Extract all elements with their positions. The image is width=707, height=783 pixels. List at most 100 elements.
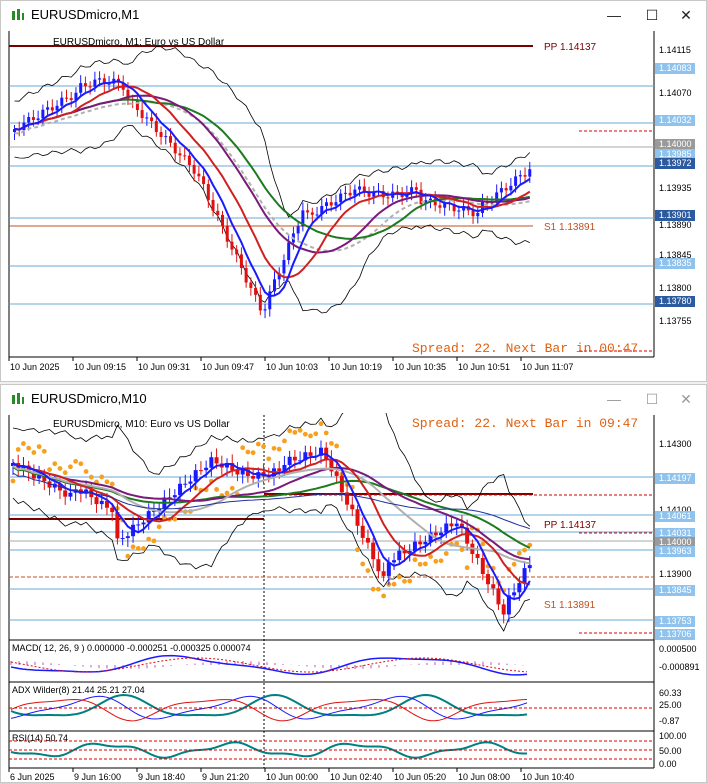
psar-dot [329,440,334,446]
candle-body [358,186,362,190]
psar-dot [282,438,287,444]
indicator-scale-label: 100.00 [659,731,687,741]
candle-body [308,452,313,456]
candle-body [256,472,261,479]
candle-body [198,470,203,472]
candle-body [254,287,258,295]
maximize-button[interactable]: ☐ [637,388,667,410]
psar-dot [376,586,381,592]
candle-body [287,242,291,261]
time-axis-label: 10 Jun 10:19 [330,362,382,372]
time-axis-label: 9 Jun 16:00 [74,772,121,782]
psar-dot [78,461,84,467]
psar-dot [146,536,152,542]
candle-body [343,192,347,194]
psar-dot [125,553,131,559]
time-axis-label: 10 Jun 2025 [10,362,60,372]
minimize-button[interactable]: — [599,388,629,410]
price-axis-label: 1.13753 [659,616,692,626]
candle-body [504,188,508,191]
adx-label: ADX Wilder(8) 21.44 25.21 27.04 [12,685,145,695]
close-button[interactable]: ✕ [671,4,701,26]
candle-body [69,98,73,100]
window-titlebar[interactable]: EURUSDmicro,M1 — ☐ ✕ [1,1,706,29]
minimize-button[interactable]: — [599,4,629,26]
time-axis-label: 10 Jun 05:20 [394,772,446,782]
psar-dot [41,448,47,454]
psar-dot [365,568,371,573]
psar-dot [15,447,21,452]
candle-body [173,142,177,154]
candle-body [325,202,328,207]
psar-dot [355,547,360,553]
chart-window-m10[interactable]: EURUSDmicro,M10 — ☐ ✕ 1.14300 1.14197 1.14… [0,384,707,783]
candle-body [292,456,297,461]
candle-body [55,105,59,111]
candle-body [36,118,40,120]
price-axis-label: 1.13900 [659,569,692,579]
price-chart-m1[interactable]: 1.14115 1.14083 1.14070 1.14032 1.14000 1.139… [1,29,706,381]
indicator-scale-label: 0.000500 [659,644,697,654]
candle-body [449,523,454,527]
candle-body [306,210,310,213]
candle-body [178,483,183,496]
candle-body [46,107,50,110]
candle-body [476,212,480,217]
candle-body [98,78,102,80]
psar-dot [391,581,397,587]
psar-dot [68,464,73,470]
pivot-pp-label: PP 1.14137 [544,520,597,531]
candle-body [353,189,357,196]
candle-body [239,254,243,269]
candle-body [79,83,83,93]
candle-body [169,136,172,143]
candle-body [339,193,343,203]
maximize-button[interactable]: ☐ [637,4,667,26]
psar-dot [214,487,219,492]
psar-dot [276,446,282,452]
candle-body [125,536,130,539]
candle-body [454,523,459,527]
price-chart-m10[interactable]: 1.143001.141971.141001.140611.140311.140… [1,413,706,782]
candle-body [334,471,339,476]
candle-body [277,468,282,472]
psar-dot [57,466,63,471]
chart-window-m1[interactable]: EURUSDmicro,M1 — ☐ ✕ 1.14115 1.14083 1.140… [0,0,707,382]
price-axis-label: 1.14000 [659,139,692,149]
indicator-scale-label: 25.00 [659,700,682,710]
price-axis-label: 1.13835 [659,258,692,268]
psar-dot [511,561,517,567]
candle-body [386,197,390,199]
candle-body [475,553,480,558]
candle-body [414,187,418,190]
candle-body [50,107,54,111]
candle-body [355,509,360,526]
psar-dot [151,538,157,544]
candle-body [164,136,168,138]
psar-dot [250,450,256,456]
psar-dot [287,428,293,434]
price-axis-label: 1.13755 [659,316,692,326]
price-axis-label: 1.13901 [659,210,692,220]
candle-body [496,588,501,605]
candle-body [135,100,139,111]
candle-body [206,184,210,200]
candle-body [216,210,220,215]
price-axis-label: 1.14070 [659,88,692,98]
candle-body [501,604,506,615]
window-titlebar[interactable]: EURUSDmicro,M10 — ☐ ✕ [1,385,706,413]
chart-header: EURUSDmicro, M1: Euro vs US Dollar [53,37,225,48]
psar-dot [83,469,89,474]
psar-dot [88,474,94,480]
price-axis-label: 1.13963 [659,546,692,556]
close-button[interactable]: ✕ [671,388,701,410]
psar-dot [99,474,105,480]
psar-dot [130,544,136,550]
psar-dot [271,445,277,451]
candle-body [140,110,144,119]
candle-body [512,592,517,596]
candle-body [221,214,224,226]
candle-body [418,541,423,545]
candle-body [329,202,333,206]
spread-label: Spread: 22. Next Bar in 00:47 [412,341,638,356]
